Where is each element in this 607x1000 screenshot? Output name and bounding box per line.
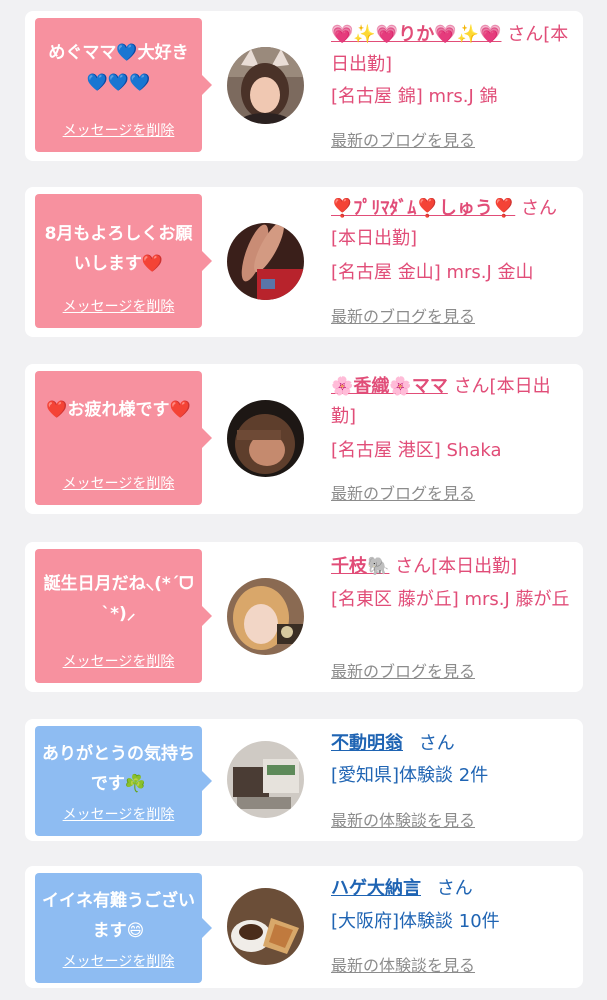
latest-blog-link[interactable]: 最新のブログを見る	[331, 303, 475, 327]
woman-photo-icon	[227, 578, 304, 655]
member-name-link[interactable]: ❣️ﾌﾟﾘﾏﾀﾞﾑ❣️しゅう❣️	[331, 198, 515, 219]
latest-blog-link[interactable]: 最新のブログを見る	[331, 127, 475, 151]
message-text: ❤️お疲れ様です❤️	[46, 400, 191, 420]
delete-message-link[interactable]: メッセージを削除	[35, 473, 202, 493]
message-bubble: めぐママ💙大好き💙💙💙 メッセージを削除	[35, 18, 212, 152]
latest-review-link[interactable]: 最新の体験談を見る	[331, 807, 475, 831]
avatar[interactable]	[227, 223, 304, 300]
avatar[interactable]	[227, 400, 304, 477]
message-text: ありがとうの気持ちです☘️	[42, 744, 195, 794]
member-status: さん[本日出勤]	[395, 556, 518, 577]
member-name-link[interactable]: 千枝🐘	[331, 556, 389, 577]
message-text: 8月もよろしくお願いします❤️	[44, 224, 193, 274]
avatar[interactable]	[227, 741, 304, 818]
member-shop: [名古屋 港区] Shaka	[331, 440, 502, 461]
member-name-link[interactable]: 不動明翁	[331, 733, 403, 754]
member-name-link[interactable]: ハゲ大納言	[331, 878, 421, 899]
member-name-link[interactable]: 💗✨💗りか💗✨💗	[331, 24, 501, 45]
member-region: [大阪府]体験談 10件	[331, 911, 500, 932]
member-shop: [名東区 藤が丘] mrs.J 藤が丘	[331, 589, 570, 610]
delete-message-link[interactable]: メッセージを削除	[35, 296, 202, 316]
food-photo-icon	[227, 888, 304, 965]
member-line: 不動明翁 さん	[331, 729, 575, 759]
message-text: めぐママ💙大好き💙💙💙	[48, 43, 189, 93]
message-bubble: 誕生日月だね⸜(*ˊᗜˋ*)⸝ メッセージを削除	[35, 549, 212, 683]
member-shop: [名古屋 錦] mrs.J 錦	[331, 86, 498, 107]
delete-message-link[interactable]: メッセージを削除	[35, 804, 202, 824]
avatar[interactable]	[227, 578, 304, 655]
message-card: めぐママ💙大好き💙💙💙 メッセージを削除 💗✨💗りか💗✨💗 さん[本日出勤] […	[25, 11, 583, 161]
message-bubble: ❤️お疲れ様です❤️ メッセージを削除	[35, 371, 212, 505]
member-status: さん	[436, 878, 473, 899]
woman-photo-icon	[227, 47, 304, 124]
message-card: ありがとうの気持ちです☘️ メッセージを削除 不動明翁 さん [愛知県]体験談 …	[25, 719, 583, 841]
latest-blog-link[interactable]: 最新のブログを見る	[331, 658, 475, 682]
shopping-photo-icon	[227, 741, 304, 818]
woman-photo-icon	[227, 400, 304, 477]
member-region: [愛知県]体験談 2件	[331, 765, 489, 786]
delete-message-link[interactable]: メッセージを削除	[35, 951, 202, 971]
member-line: ❣️ﾌﾟﾘﾏﾀﾞﾑ❣️しゅう❣️ さん[本日出勤]	[331, 194, 575, 254]
delete-message-link[interactable]: メッセージを削除	[35, 120, 202, 140]
message-card: 誕生日月だね⸜(*ˊᗜˋ*)⸝ メッセージを削除 千枝🐘 さん[本日出勤] [名…	[25, 542, 583, 692]
message-card: 8月もよろしくお願いします❤️ メッセージを削除 ❣️ﾌﾟﾘﾏﾀﾞﾑ❣️しゅう❣…	[25, 187, 583, 337]
message-bubble: ありがとうの気持ちです☘️ メッセージを削除	[35, 726, 212, 836]
message-text: イイネ有難うございます😄	[42, 891, 195, 941]
message-list: めぐママ💙大好き💙💙💙 メッセージを削除 💗✨💗りか💗✨💗 さん[本日出勤] […	[0, 0, 607, 1000]
message-card: ❤️お疲れ様です❤️ メッセージを削除 🌸香織🌸ママ さん[本日出勤] [名古屋…	[25, 364, 583, 514]
member-line: 千枝🐘 さん[本日出勤]	[331, 552, 575, 582]
member-name-link[interactable]: 🌸香織🌸ママ	[331, 376, 448, 397]
message-bubble: イイネ有難うございます😄 メッセージを削除	[35, 873, 212, 983]
latest-blog-link[interactable]: 最新のブログを見る	[331, 480, 475, 504]
message-text: 誕生日月だね⸜(*ˊᗜˋ*)⸝	[43, 574, 194, 624]
member-line: ハゲ大納言 さん	[331, 874, 575, 904]
delete-message-link[interactable]: メッセージを削除	[35, 651, 202, 671]
latest-review-link[interactable]: 最新の体験談を見る	[331, 952, 475, 976]
avatar[interactable]	[227, 47, 304, 124]
member-shop: [名古屋 金山] mrs.J 金山	[331, 262, 534, 283]
member-line: 💗✨💗りか💗✨💗 さん[本日出勤]	[331, 20, 575, 80]
legs-photo-icon	[227, 223, 304, 300]
member-status: さん	[418, 733, 455, 754]
member-line: 🌸香織🌸ママ さん[本日出勤]	[331, 372, 575, 432]
message-card: イイネ有難うございます😄 メッセージを削除 ハゲ大納言 さん [大阪府]体験談 …	[25, 866, 583, 988]
avatar[interactable]	[227, 888, 304, 965]
message-bubble: 8月もよろしくお願いします❤️ メッセージを削除	[35, 194, 212, 328]
